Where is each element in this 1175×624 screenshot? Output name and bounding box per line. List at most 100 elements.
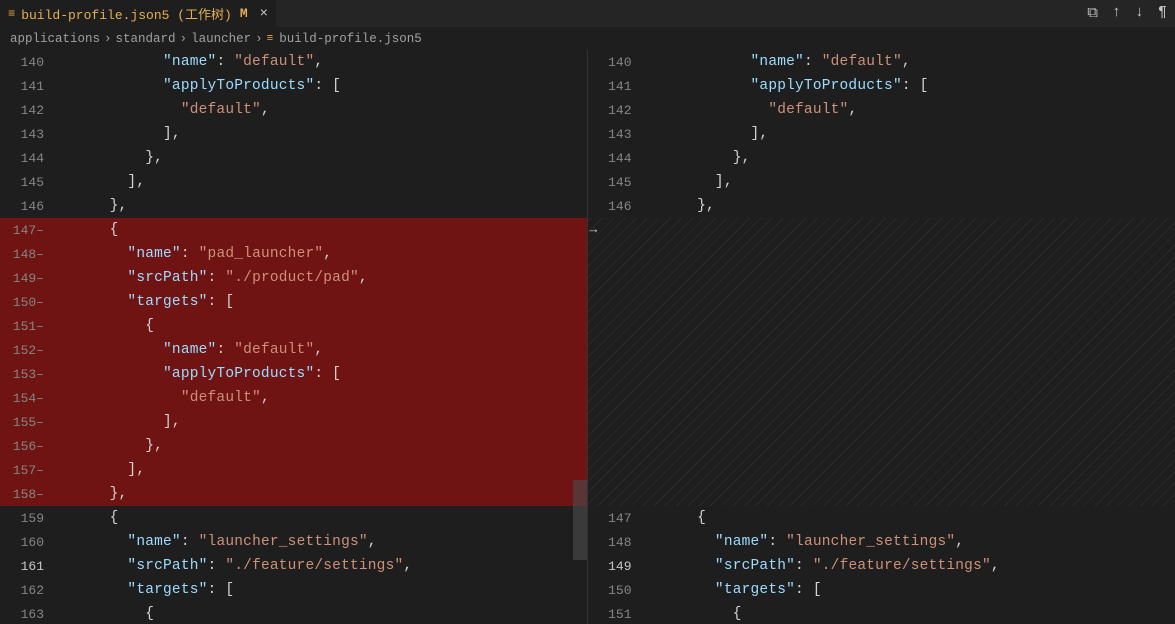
line-content: ], — [74, 414, 587, 430]
line-number: 140 — [0, 55, 58, 70]
line-content: "default", — [662, 102, 1175, 118]
breadcrumb-segment[interactable]: standard — [116, 32, 176, 46]
breadcrumb[interactable]: applications › standard › launcher › ≡ b… — [0, 28, 1175, 50]
file-icon: ≡ — [8, 7, 15, 21]
chevron-right-icon: › — [255, 32, 263, 46]
scrollbar-thumb[interactable] — [573, 480, 587, 560]
code-line[interactable]: 148– "name": "pad_launcher", — [0, 242, 587, 266]
line-content: "srcPath": "./feature/settings", — [74, 558, 587, 574]
line-content: }, — [662, 198, 1175, 214]
line-number: 161 — [0, 559, 58, 574]
code-line[interactable]: 141 "applyToProducts": [ — [588, 74, 1175, 98]
line-number: 152– — [0, 343, 58, 358]
line-number: 149– — [0, 271, 58, 286]
line-number: 148 — [588, 535, 646, 550]
code-line[interactable]: 142 "default", — [0, 98, 587, 122]
breadcrumb-segment[interactable]: launcher — [191, 32, 251, 46]
compare-icon[interactable]: ⧉ — [1087, 4, 1098, 22]
code-line[interactable]: 145 ], — [588, 170, 1175, 194]
line-number: 148– — [0, 247, 58, 262]
code-line[interactable]: 154– "default", — [0, 386, 587, 410]
code-line[interactable]: 145 ], — [0, 170, 587, 194]
line-number: 142 — [588, 103, 646, 118]
diff-pane-left[interactable]: 140 "name": "default",141 "applyToProduc… — [0, 50, 588, 624]
code-line[interactable]: 157– ], — [0, 458, 587, 482]
file-icon: ≡ — [267, 33, 274, 45]
tab-modified-indicator: M — [240, 6, 248, 21]
code-line[interactable]: 160 "name": "launcher_settings", — [0, 530, 587, 554]
line-content: { — [74, 606, 587, 622]
code-line[interactable]: 158– }, — [0, 482, 587, 506]
whitespace-icon[interactable]: ¶ — [1158, 4, 1167, 22]
code-line[interactable]: 150– "targets": [ — [0, 290, 587, 314]
code-line[interactable]: 151 { — [588, 602, 1175, 624]
code-line[interactable]: 159 { — [0, 506, 587, 530]
code-line[interactable]: 163 { — [0, 602, 587, 624]
code-line[interactable]: 161 "srcPath": "./feature/settings", — [0, 554, 587, 578]
chevron-right-icon: › — [104, 32, 112, 46]
line-content: }, — [74, 198, 587, 214]
line-number: 145 — [588, 175, 646, 190]
breadcrumb-file[interactable]: build-profile.json5 — [279, 32, 422, 46]
diff-pane-right[interactable]: 140 "name": "default",141 "applyToProduc… — [588, 50, 1175, 624]
code-line[interactable]: 153– "applyToProducts": [ — [0, 362, 587, 386]
line-content: "name": "pad_launcher", — [74, 246, 587, 262]
close-icon[interactable]: × — [260, 6, 268, 22]
code-line[interactable]: 146 }, — [588, 194, 1175, 218]
line-number: 159 — [0, 511, 58, 526]
code-line[interactable]: 141 "applyToProducts": [ — [0, 74, 587, 98]
code-line[interactable]: 162 "targets": [ — [0, 578, 587, 602]
code-line[interactable]: 142 "default", — [588, 98, 1175, 122]
code-line[interactable]: 149 "srcPath": "./feature/settings", — [588, 554, 1175, 578]
line-number: 160 — [0, 535, 58, 550]
line-content: ], — [74, 174, 587, 190]
code-line[interactable]: 149– "srcPath": "./product/pad", — [0, 266, 587, 290]
tab-bar: ≡ build-profile.json5 (工作树) M × ⧉ ↑ ↓ ¶ — [0, 0, 1175, 28]
code-line[interactable]: 140 "name": "default", — [0, 50, 587, 74]
editor-tab[interactable]: ≡ build-profile.json5 (工作树) M × — [0, 0, 276, 27]
code-line[interactable]: 144 }, — [588, 146, 1175, 170]
line-number: 143 — [0, 127, 58, 142]
line-number: 163 — [0, 607, 58, 622]
line-number: 151 — [588, 607, 646, 622]
line-content: }, — [74, 486, 587, 502]
next-change-icon[interactable]: ↓ — [1135, 4, 1144, 22]
revert-change-icon[interactable]: → — [590, 222, 598, 237]
chevron-right-icon: › — [180, 32, 188, 46]
code-line[interactable]: 156– }, — [0, 434, 587, 458]
line-number: 141 — [0, 79, 58, 94]
code-line[interactable]: 152– "name": "default", — [0, 338, 587, 362]
diff-empty-region — [588, 218, 1175, 506]
code-line[interactable]: 155– ], — [0, 410, 587, 434]
line-number: 147 — [588, 511, 646, 526]
code-line[interactable]: 144 }, — [0, 146, 587, 170]
line-content: "srcPath": "./feature/settings", — [662, 558, 1175, 574]
code-line[interactable]: 151– { — [0, 314, 587, 338]
line-content: "name": "default", — [74, 342, 587, 358]
editor-toolbar: ⧉ ↑ ↓ ¶ — [1087, 4, 1167, 22]
line-content: { — [662, 510, 1175, 526]
line-content: "targets": [ — [74, 294, 587, 310]
line-number: 150 — [588, 583, 646, 598]
code-line[interactable]: 140 "name": "default", — [588, 50, 1175, 74]
code-line[interactable]: 143 ], — [0, 122, 587, 146]
line-number: 147– — [0, 223, 58, 238]
tab-filename: build-profile.json5 (工作树) — [21, 4, 232, 23]
line-content: ], — [662, 174, 1175, 190]
line-number: 149 — [588, 559, 646, 574]
line-number: 150– — [0, 295, 58, 310]
line-number: 162 — [0, 583, 58, 598]
breadcrumb-segment[interactable]: applications — [10, 32, 100, 46]
line-number: 141 — [588, 79, 646, 94]
prev-change-icon[interactable]: ↑ — [1112, 4, 1121, 22]
line-number: 144 — [0, 151, 58, 166]
code-line[interactable]: 150 "targets": [ — [588, 578, 1175, 602]
code-line[interactable]: 148 "name": "launcher_settings", — [588, 530, 1175, 554]
scrollbar[interactable] — [573, 50, 587, 624]
line-content: { — [662, 606, 1175, 622]
code-line[interactable]: 147 { — [588, 506, 1175, 530]
code-line[interactable]: 147– { — [0, 218, 587, 242]
code-line[interactable]: 143 ], — [588, 122, 1175, 146]
code-line[interactable]: 146 }, — [0, 194, 587, 218]
line-number: 155– — [0, 415, 58, 430]
